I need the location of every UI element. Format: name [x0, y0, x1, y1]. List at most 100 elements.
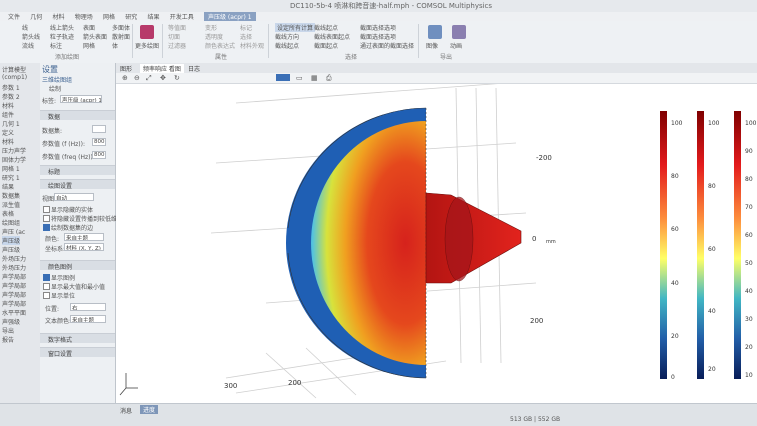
section-data[interactable]: 数据	[40, 110, 115, 121]
tree-item[interactable]: 声学局部	[2, 290, 26, 299]
ribbon-volume[interactable]: 体	[112, 41, 118, 50]
tab-progress[interactable]: 进度	[140, 405, 159, 414]
pan-icon[interactable]: ✥	[160, 74, 166, 82]
grid-icon[interactable]: ▦	[311, 74, 318, 82]
tree-item[interactable]: 导出	[2, 326, 14, 335]
ribbon-select2-2[interactable]: 截面起点	[314, 41, 338, 50]
ribbon-prop-deform[interactable]: 变形	[205, 23, 217, 32]
tree-item[interactable]: 计算模型	[2, 65, 26, 74]
tree-item[interactable]: 声学局部	[2, 299, 26, 308]
show-hidden-checkbox[interactable]	[43, 206, 50, 213]
section-window-settings[interactable]: 窗口设置	[40, 347, 115, 358]
tree-item[interactable]: 声学局部	[2, 281, 26, 290]
tree-item-selected[interactable]: 声压级	[2, 236, 21, 245]
camera-icon[interactable]: ▭	[296, 74, 303, 82]
show-maxmin-checkbox[interactable]	[43, 283, 50, 290]
ribbon-line[interactable]: 线	[22, 23, 28, 32]
tree-item[interactable]: 声压 (ac	[2, 227, 25, 236]
fit-icon[interactable]: ⤢	[146, 74, 152, 83]
frame-select[interactable]: 材料 (X, Y, Z)	[64, 243, 104, 251]
param-freq-select[interactable]: 800	[92, 151, 106, 159]
ribbon-select-line-dir[interactable]: 截线方向	[275, 32, 299, 41]
image-export-icon[interactable]	[428, 25, 442, 39]
zoom-icon[interactable]: ⊕	[122, 74, 128, 82]
tree-item[interactable]: 组件	[2, 110, 14, 119]
tree-item[interactable]: 网格 1	[2, 164, 20, 173]
ribbon-surface[interactable]: 表面	[83, 23, 95, 32]
ribbon-select-line-start[interactable]: 截线起点	[275, 41, 299, 50]
tree-item[interactable]: 数据集	[2, 191, 20, 200]
tree-item[interactable]: 材料	[2, 101, 14, 110]
section-color-legend[interactable]: 颜色图例	[40, 260, 115, 271]
tree-item[interactable]: 声压级	[2, 245, 20, 254]
menu-context-tab[interactable]: 声压级 (acpr) 1	[204, 12, 256, 21]
ribbon-more-plots[interactable]: 更多绘图	[135, 41, 159, 50]
ribbon-prop-transparency[interactable]: 透明度	[205, 32, 223, 41]
ribbon-line-arrow[interactable]: 线上箭头	[50, 23, 74, 32]
ribbon-select2-0[interactable]: 截线起点	[314, 23, 338, 32]
zoom-out-icon[interactable]: ⊖	[134, 74, 140, 82]
tab-graphics[interactable]: 图形	[120, 64, 132, 73]
ribbon-export-image[interactable]: 图像	[426, 41, 438, 50]
tree-item[interactable]: 表格	[2, 209, 14, 218]
ribbon-prop-filter[interactable]: 过滤器	[168, 41, 186, 50]
more-plots-icon[interactable]	[140, 25, 154, 39]
ribbon-annotation[interactable]: 标注	[50, 41, 62, 50]
tree-item[interactable]: 材料	[2, 137, 14, 146]
ribbon-prop-selection[interactable]: 选择	[240, 32, 252, 41]
tree-item[interactable]: 结果	[2, 182, 14, 191]
ribbon-select3-2[interactable]: 通过表面的截面选择	[360, 41, 414, 50]
menu-mesh[interactable]: 网格	[103, 12, 115, 21]
view-select-icon[interactable]	[276, 74, 290, 81]
ribbon-select3-1[interactable]: 截面选择选项	[360, 32, 396, 41]
tree-item[interactable]: 派生值	[2, 200, 20, 209]
rotate-icon[interactable]: ↻	[174, 74, 180, 82]
tree-item[interactable]: 压力声学	[2, 146, 26, 155]
graphics-canvas[interactable]: -200 0 mm 200 300 200 100 80 60 40 20 0 …	[116, 63, 757, 403]
menu-file[interactable]: 文件	[8, 12, 20, 21]
section-title[interactable]: 标题	[40, 165, 115, 176]
menu-physics[interactable]: 物理场	[75, 12, 93, 21]
ribbon-scatter[interactable]: 散射面	[112, 32, 130, 41]
param-f-select[interactable]: 800	[92, 138, 106, 146]
tree-item[interactable]: 固体力学	[2, 155, 26, 164]
menu-study[interactable]: 研究	[125, 12, 137, 21]
menu-results[interactable]: 结果	[148, 12, 160, 21]
dataset-select[interactable]	[92, 125, 106, 133]
ribbon-select3-0[interactable]: 截面选择选项	[360, 23, 396, 32]
section-number-format[interactable]: 数字格式	[40, 333, 115, 344]
animation-export-icon[interactable]	[452, 25, 466, 39]
show-legend-checkbox[interactable]	[43, 274, 50, 281]
tree-item[interactable]: 研究 1	[2, 173, 20, 182]
tree-item[interactable]: 参数 2	[2, 92, 20, 101]
ribbon-select2-1[interactable]: 截线表面起点	[314, 32, 350, 41]
ribbon-polyhedron[interactable]: 多面体	[112, 23, 130, 32]
menu-geometry[interactable]: 几何	[30, 12, 42, 21]
tree-item[interactable]: 水平平面	[2, 308, 26, 317]
tree-item[interactable]: 声学局部	[2, 272, 26, 281]
ribbon-prop-marker[interactable]: 标记	[240, 23, 252, 32]
tree-item[interactable]: 外场压力	[2, 254, 26, 263]
text-color-select[interactable]: 来自主题	[70, 315, 106, 323]
tree-item[interactable]: (comp1)	[2, 74, 27, 81]
tree-item[interactable]: 定义	[2, 128, 14, 137]
tab-messages[interactable]: 消息	[120, 406, 132, 415]
tab-log[interactable]: 日志	[188, 64, 200, 73]
section-plot-settings[interactable]: 绘图设置	[40, 179, 115, 190]
ribbon-arrow-surface[interactable]: 箭头表面	[83, 32, 107, 41]
ribbon-prop-isosurface[interactable]: 等值面	[168, 23, 186, 32]
ribbon-prop-material[interactable]: 材料外观	[240, 41, 264, 50]
label-field[interactable]: 声压级 (acpr) 1	[60, 95, 102, 103]
color-select[interactable]: 来自主题	[64, 233, 104, 241]
tree-item[interactable]: 参数 1	[2, 83, 20, 92]
ribbon-arrow-line[interactable]: 箭头线	[22, 32, 40, 41]
propagate-checkbox[interactable]	[43, 215, 50, 222]
tree-item[interactable]: 几何 1	[2, 119, 20, 128]
ribbon-export-animation[interactable]: 动画	[450, 41, 462, 50]
tab-frequency-response[interactable]: 频率响应 看图	[140, 64, 184, 73]
plot-edges-checkbox[interactable]	[43, 224, 50, 231]
tree-item[interactable]: 声强级	[2, 317, 20, 326]
tree-item[interactable]: 外场压力	[2, 263, 26, 272]
view-select[interactable]: 自动	[54, 193, 94, 201]
ribbon-select-all[interactable]: 设定所有计算	[275, 23, 316, 32]
